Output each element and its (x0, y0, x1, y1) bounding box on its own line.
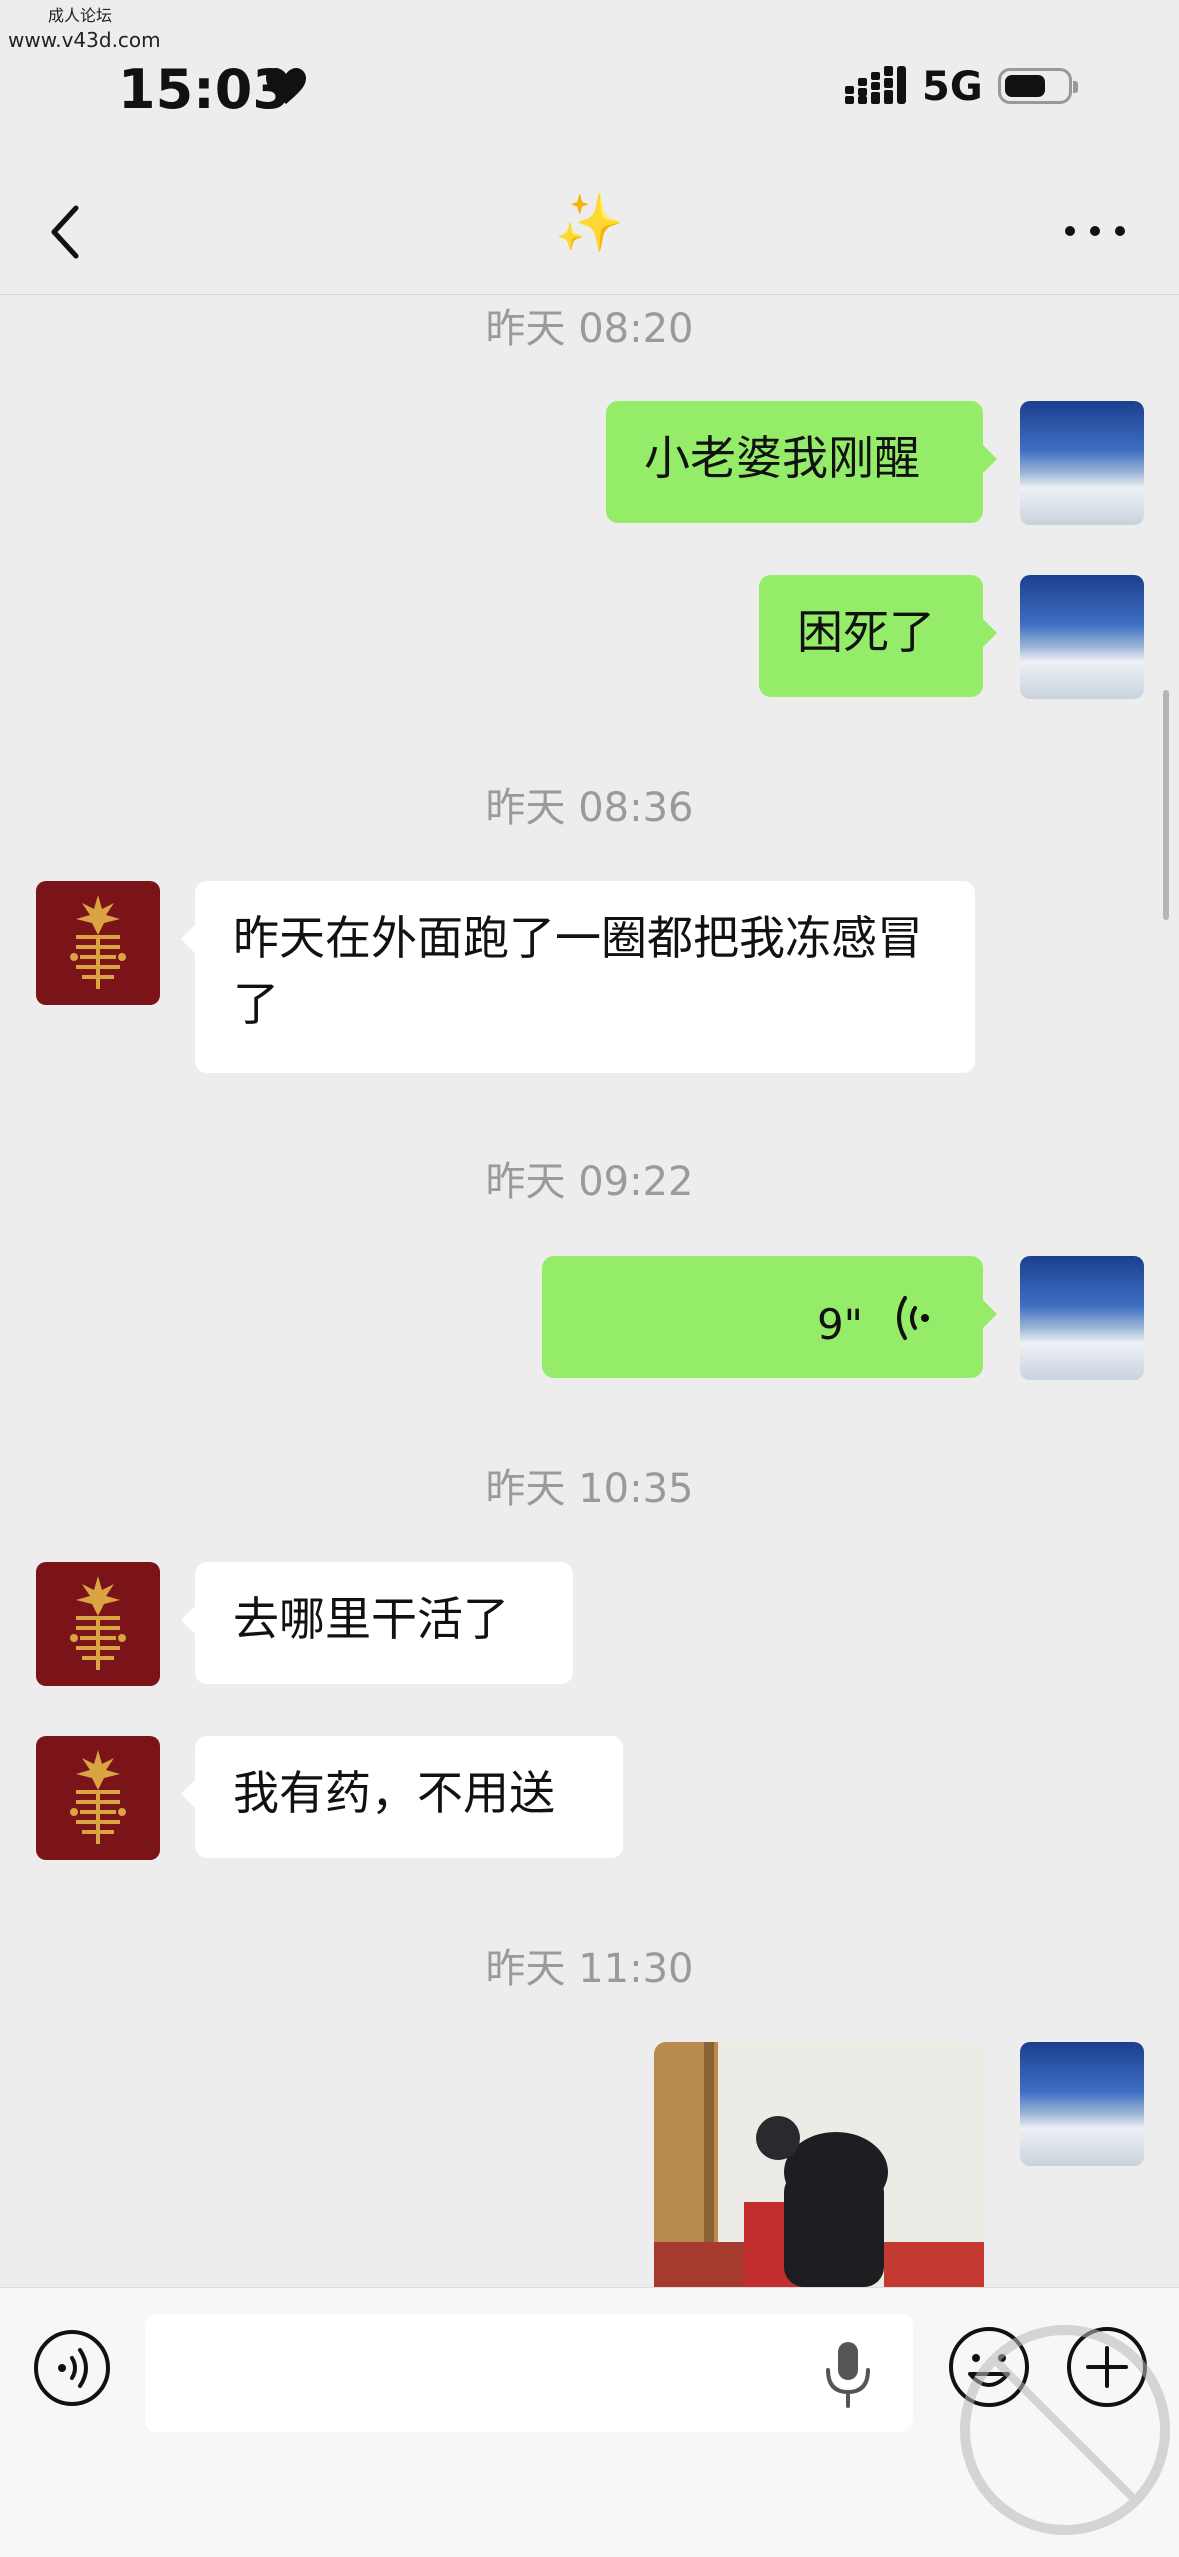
message-bubble-outgoing[interactable]: 困死了 (759, 575, 997, 697)
seal-emblem-icon (70, 1576, 126, 1670)
voice-message-bubble[interactable]: 9" (542, 1256, 997, 1378)
avatar-contact[interactable] (36, 1562, 160, 1686)
message-bubble-incoming[interactable]: 去哪里干活了 (181, 1562, 573, 1684)
chat-title: ✨ (554, 191, 625, 256)
avatar-contact[interactable] (36, 1736, 160, 1860)
more-dots-icon[interactable] (1060, 206, 1130, 256)
message-time-label: 昨天 08:36 (485, 785, 694, 831)
seal-emblem-icon (70, 1750, 126, 1844)
photo-thumbnail (654, 2042, 984, 2287)
avatar-self[interactable] (1020, 2042, 1144, 2166)
avatar-self[interactable] (1020, 575, 1144, 699)
watermark-stamp-logo (960, 2325, 1170, 2535)
message-time-label: 昨天 08:20 (485, 306, 694, 352)
voice-toggle-icon[interactable] (32, 2328, 112, 2408)
message-bubble-outgoing[interactable]: 小老婆我刚醒 (606, 401, 997, 523)
message-time-label: 昨天 09:22 (485, 1159, 694, 1205)
image-message[interactable] (654, 2042, 984, 2287)
status-bar: 15:03 5G (0, 0, 1179, 170)
heart-icon (266, 68, 306, 104)
avatar-self[interactable] (1020, 401, 1144, 525)
message-bubble-incoming[interactable]: 我有药，不用送 (181, 1736, 623, 1858)
message-time-label: 昨天 10:35 (485, 1466, 694, 1512)
message-bubble-incoming[interactable]: 昨天在外面跑了一圈都把我冻感冒了 (181, 881, 975, 1073)
voice-wave-icon (897, 1296, 929, 1340)
avatar-self[interactable] (1020, 1256, 1144, 1380)
voice-duration: 9" (816, 1300, 863, 1349)
message-time-label: 昨天 11:30 (485, 1946, 694, 1992)
cellular-signal-icon (845, 66, 906, 104)
message-input[interactable] (145, 2314, 913, 2432)
seal-emblem-icon (70, 895, 126, 989)
avatar-contact[interactable] (36, 881, 160, 1005)
battery-icon (998, 68, 1078, 104)
chat-header: ✨ (0, 170, 1179, 295)
network-type: 5G (922, 64, 983, 110)
scrollbar[interactable] (1163, 690, 1169, 920)
microphone-icon[interactable] (818, 2338, 878, 2410)
